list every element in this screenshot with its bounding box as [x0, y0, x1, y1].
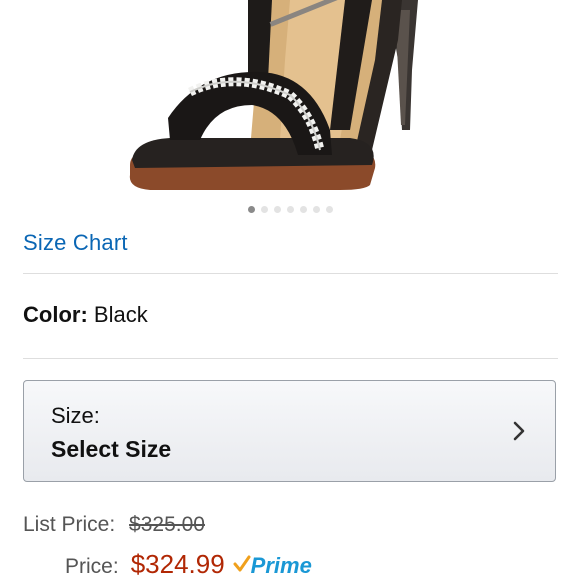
color-row: Color: Black — [23, 302, 148, 328]
list-price-value: $325.00 — [129, 513, 205, 536]
carousel-dot[interactable] — [260, 206, 268, 213]
product-detail-page: Size Chart Color: Black Size: Select Siz… — [0, 0, 580, 580]
color-label: Color: — [23, 302, 88, 327]
list-price-row: List Price: $325.00 — [23, 513, 205, 537]
list-price-label: List Price: — [23, 513, 116, 536]
price-row: Price: $324.99 Prime — [65, 549, 312, 580]
carousel-dot[interactable] — [299, 206, 307, 213]
carousel-dot[interactable] — [286, 206, 294, 213]
color-value: Black — [93, 302, 148, 327]
carousel-dot[interactable] — [273, 206, 281, 213]
price-label: Price: — [65, 555, 119, 578]
size-select-button[interactable]: Size: Select Size — [23, 380, 556, 482]
size-label: Size: — [51, 403, 100, 428]
prime-check-icon — [233, 555, 251, 572]
carousel-dot[interactable] — [325, 206, 333, 213]
divider — [23, 273, 558, 274]
price-value: $324.99 — [130, 549, 225, 579]
product-image[interactable] — [0, 0, 580, 200]
chevron-right-icon — [513, 421, 525, 441]
prime-badge: Prime — [233, 553, 312, 579]
sandal-illustration — [0, 0, 580, 200]
size-value: Select Size — [51, 436, 172, 462]
prime-label: Prime — [250, 553, 312, 578]
carousel-dot-active[interactable] — [247, 206, 255, 213]
size-chart-link[interactable]: Size Chart — [23, 230, 128, 256]
carousel-dot[interactable] — [312, 206, 320, 213]
image-carousel-dots[interactable] — [0, 206, 580, 216]
divider — [23, 358, 558, 359]
